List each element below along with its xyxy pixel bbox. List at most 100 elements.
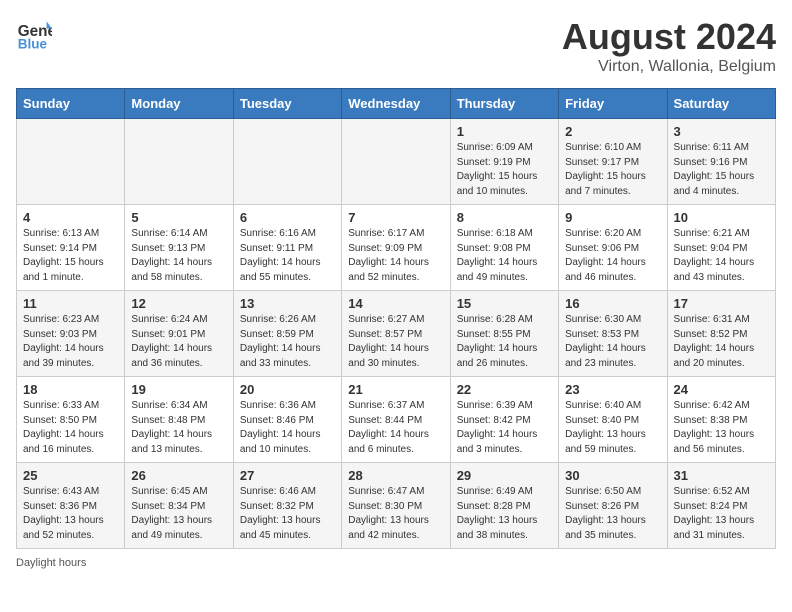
calendar-cell: 14 Sunrise: 6:27 AM Sunset: 8:57 PM Dayli… — [342, 291, 450, 377]
footer-label: Daylight hours — [16, 557, 86, 569]
calendar-cell: 8Sunrise: 6:18 AM Sunset: 9:08 PM Daylig… — [450, 205, 558, 291]
day-number: 29 — [457, 468, 552, 483]
calendar-cell: 10 Sunrise: 6:21 AM Sunset: 9:04 PM Dayli… — [667, 205, 775, 291]
day-info: Sunrise: 6:30 AM Sunset: 8:53 PM Dayligh… — [565, 313, 660, 371]
day-info: Sunrise: 6:09 AM Sunset: 9:19 PM Dayligh… — [457, 141, 552, 199]
calendar-cell: 7 Sunrise: 6:17 AM Sunset: 9:09 PM Daylig… — [342, 205, 450, 291]
calendar-cell: 11Sunrise: 6:23 AM Sunset: 9:03 PM Dayli… — [17, 291, 125, 377]
day-info: Sunrise: 6:45 AM Sunset: 8:34 PM Dayligh… — [131, 485, 226, 543]
calendar-cell: 9 Sunrise: 6:20 AM Sunset: 9:06 PM Daylig… — [559, 205, 667, 291]
day-info: Sunrise: 6:11 AM Sunset: 9:16 PM Dayligh… — [674, 141, 769, 199]
calendar-cell: 4Sunrise: 6:13 AM Sunset: 9:14 PM Daylig… — [17, 205, 125, 291]
day-info: Sunrise: 6:43 AM Sunset: 8:36 PM Dayligh… — [23, 485, 118, 543]
day-number: 10 — [674, 210, 769, 225]
day-info: Sunrise: 6:28 AM Sunset: 8:55 PM Dayligh… — [457, 313, 552, 371]
day-header-sunday: Sunday — [17, 89, 125, 119]
day-info: Sunrise: 6:50 AM Sunset: 8:26 PM Dayligh… — [565, 485, 660, 543]
day-number: 26 — [131, 468, 226, 483]
day-info: Sunrise: 6:42 AM Sunset: 8:38 PM Dayligh… — [674, 399, 769, 457]
day-info: Sunrise: 6:16 AM Sunset: 9:11 PM Dayligh… — [240, 227, 335, 285]
day-number: 22 — [457, 382, 552, 397]
day-info: Sunrise: 6:31 AM Sunset: 8:52 PM Dayligh… — [674, 313, 769, 371]
day-number: 9 — [565, 210, 660, 225]
calendar-cell: 16 Sunrise: 6:30 AM Sunset: 8:53 PM Dayli… — [559, 291, 667, 377]
calendar-cell: 13Sunrise: 6:26 AM Sunset: 8:59 PM Dayli… — [233, 291, 341, 377]
calendar-cell: 17 Sunrise: 6:31 AM Sunset: 8:52 PM Dayli… — [667, 291, 775, 377]
day-info: Sunrise: 6:33 AM Sunset: 8:50 PM Dayligh… — [23, 399, 118, 457]
day-info: Sunrise: 6:23 AM Sunset: 9:03 PM Dayligh… — [23, 313, 118, 371]
calendar-cell — [233, 119, 341, 205]
week-row-3: 11Sunrise: 6:23 AM Sunset: 9:03 PM Dayli… — [17, 291, 776, 377]
calendar-cell: 25Sunrise: 6:43 AM Sunset: 8:36 PM Dayli… — [17, 463, 125, 549]
day-info: Sunrise: 6:52 AM Sunset: 8:24 PM Dayligh… — [674, 485, 769, 543]
footer: Daylight hours — [16, 557, 776, 569]
day-number: 7 — [348, 210, 443, 225]
header-row: SundayMondayTuesdayWednesdayThursdayFrid… — [17, 89, 776, 119]
day-info: Sunrise: 6:34 AM Sunset: 8:48 PM Dayligh… — [131, 399, 226, 457]
logo-icon: General Blue — [16, 16, 52, 52]
day-info: Sunrise: 6:26 AM Sunset: 8:59 PM Dayligh… — [240, 313, 335, 371]
day-info: Sunrise: 6:14 AM Sunset: 9:13 PM Dayligh… — [131, 227, 226, 285]
day-info: Sunrise: 6:10 AM Sunset: 9:17 PM Dayligh… — [565, 141, 660, 199]
calendar-cell: 27Sunrise: 6:46 AM Sunset: 8:32 PM Dayli… — [233, 463, 341, 549]
calendar-cell: 15 Sunrise: 6:28 AM Sunset: 8:55 PM Dayli… — [450, 291, 558, 377]
day-number: 16 — [565, 296, 660, 311]
calendar-table: SundayMondayTuesdayWednesdayThursdayFrid… — [16, 88, 776, 549]
calendar-cell: 20 Sunrise: 6:36 AM Sunset: 8:46 PM Dayli… — [233, 377, 341, 463]
calendar-cell: 6Sunrise: 6:16 AM Sunset: 9:11 PM Daylig… — [233, 205, 341, 291]
main-title: August 2024 — [562, 16, 776, 58]
day-number: 8 — [457, 210, 552, 225]
day-number: 24 — [674, 382, 769, 397]
calendar-cell: 2Sunrise: 6:10 AM Sunset: 9:17 PM Daylig… — [559, 119, 667, 205]
day-header-tuesday: Tuesday — [233, 89, 341, 119]
week-row-5: 25Sunrise: 6:43 AM Sunset: 8:36 PM Dayli… — [17, 463, 776, 549]
calendar-cell: 23 Sunrise: 6:40 AM Sunset: 8:40 PM Dayli… — [559, 377, 667, 463]
day-info: Sunrise: 6:27 AM Sunset: 8:57 PM Dayligh… — [348, 313, 443, 371]
calendar-cell: 28Sunrise: 6:47 AM Sunset: 8:30 PM Dayli… — [342, 463, 450, 549]
day-info: Sunrise: 6:20 AM Sunset: 9:06 PM Dayligh… — [565, 227, 660, 285]
day-header-friday: Friday — [559, 89, 667, 119]
calendar-cell: 22Sunrise: 6:39 AM Sunset: 8:42 PM Dayli… — [450, 377, 558, 463]
week-row-2: 4Sunrise: 6:13 AM Sunset: 9:14 PM Daylig… — [17, 205, 776, 291]
day-info: Sunrise: 6:37 AM Sunset: 8:44 PM Dayligh… — [348, 399, 443, 457]
day-info: Sunrise: 6:21 AM Sunset: 9:04 PM Dayligh… — [674, 227, 769, 285]
calendar-cell — [17, 119, 125, 205]
day-info: Sunrise: 6:13 AM Sunset: 9:14 PM Dayligh… — [23, 227, 118, 285]
day-number: 31 — [674, 468, 769, 483]
day-number: 12 — [131, 296, 226, 311]
day-number: 27 — [240, 468, 335, 483]
day-info: Sunrise: 6:36 AM Sunset: 8:46 PM Dayligh… — [240, 399, 335, 457]
calendar-cell: 5Sunrise: 6:14 AM Sunset: 9:13 PM Daylig… — [125, 205, 233, 291]
day-info: Sunrise: 6:49 AM Sunset: 8:28 PM Dayligh… — [457, 485, 552, 543]
day-header-saturday: Saturday — [667, 89, 775, 119]
day-info: Sunrise: 6:17 AM Sunset: 9:09 PM Dayligh… — [348, 227, 443, 285]
calendar-cell: 29 Sunrise: 6:49 AM Sunset: 8:28 PM Dayli… — [450, 463, 558, 549]
calendar-cell: 31 Sunrise: 6:52 AM Sunset: 8:24 PM Dayli… — [667, 463, 775, 549]
day-number: 14 — [348, 296, 443, 311]
calendar-cell: 3 Sunrise: 6:11 AM Sunset: 9:16 PM Daylig… — [667, 119, 775, 205]
calendar-cell — [125, 119, 233, 205]
day-header-wednesday: Wednesday — [342, 89, 450, 119]
day-number: 21 — [348, 382, 443, 397]
calendar-cell: 18Sunrise: 6:33 AM Sunset: 8:50 PM Dayli… — [17, 377, 125, 463]
day-number: 1 — [457, 124, 552, 139]
svg-text:Blue: Blue — [18, 36, 48, 51]
day-number: 20 — [240, 382, 335, 397]
calendar-cell: 21 Sunrise: 6:37 AM Sunset: 8:44 PM Dayli… — [342, 377, 450, 463]
day-number: 3 — [674, 124, 769, 139]
day-number: 15 — [457, 296, 552, 311]
day-number: 17 — [674, 296, 769, 311]
day-number: 23 — [565, 382, 660, 397]
day-number: 19 — [131, 382, 226, 397]
sub-title: Virton, Wallonia, Belgium — [562, 58, 776, 76]
logo: General Blue — [16, 16, 52, 52]
calendar-cell: 24 Sunrise: 6:42 AM Sunset: 8:38 PM Dayli… — [667, 377, 775, 463]
day-info: Sunrise: 6:47 AM Sunset: 8:30 PM Dayligh… — [348, 485, 443, 543]
day-header-thursday: Thursday — [450, 89, 558, 119]
day-info: Sunrise: 6:40 AM Sunset: 8:40 PM Dayligh… — [565, 399, 660, 457]
title-area: August 2024 Virton, Wallonia, Belgium — [562, 16, 776, 76]
calendar-cell: 26 Sunrise: 6:45 AM Sunset: 8:34 PM Dayli… — [125, 463, 233, 549]
calendar-cell: 1 Sunrise: 6:09 AM Sunset: 9:19 PM Daylig… — [450, 119, 558, 205]
calendar-cell — [342, 119, 450, 205]
calendar-cell: 12Sunrise: 6:24 AM Sunset: 9:01 PM Dayli… — [125, 291, 233, 377]
